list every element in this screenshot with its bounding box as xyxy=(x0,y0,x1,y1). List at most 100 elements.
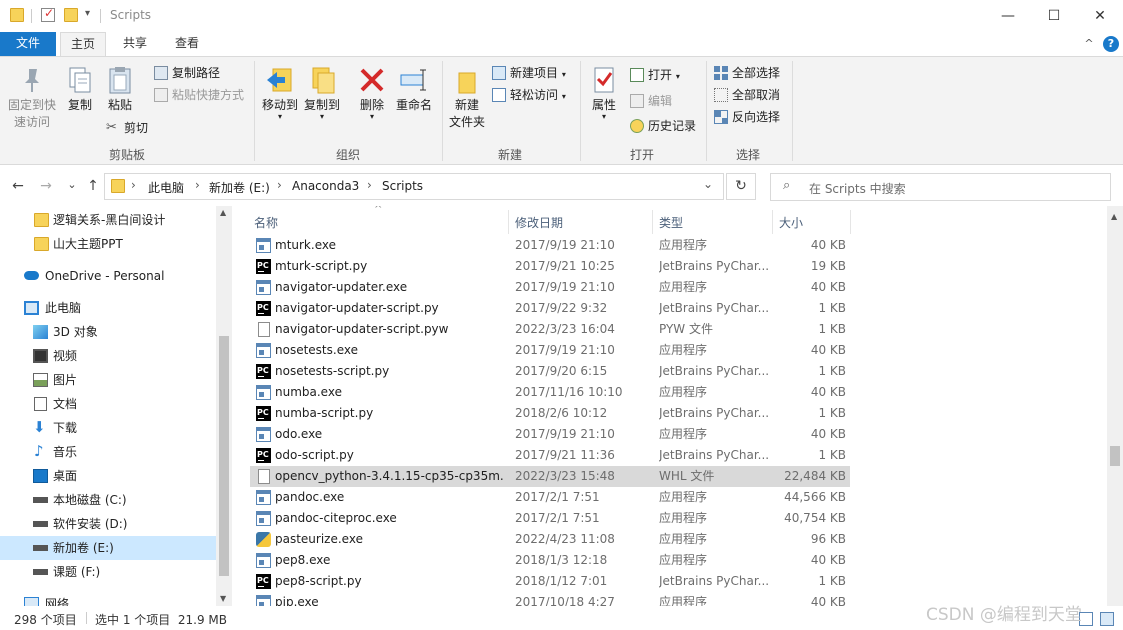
scroll-down-icon[interactable]: ▼ xyxy=(220,594,226,603)
open-button[interactable]: 打开 ▾ xyxy=(630,65,680,85)
nav-item-downloads[interactable]: ⬇ 下载 xyxy=(0,416,216,440)
column-header-type[interactable]: 类型 xyxy=(659,214,683,231)
nav-item-videos[interactable]: 视频 xyxy=(0,344,216,368)
tab-file[interactable]: 文件 xyxy=(0,32,56,56)
move-to-button[interactable]: 移动到 ▾ xyxy=(260,65,300,121)
search-input[interactable]: ⌕ 在 Scripts 中搜索 xyxy=(770,173,1111,201)
column-divider[interactable] xyxy=(652,210,653,234)
invert-selection-button[interactable]: 反向选择 xyxy=(714,107,780,127)
delete-button[interactable]: 删除 ▾ xyxy=(352,65,392,121)
file-row[interactable]: mturk-script.py 2017/9/21 10:25 JetBrains … xyxy=(250,255,850,277)
column-divider[interactable] xyxy=(850,210,851,234)
tab-home[interactable]: 主页 xyxy=(60,32,106,56)
select-all-button[interactable]: 全部选择 xyxy=(714,63,780,83)
history-button[interactable]: 历史记录 xyxy=(630,116,696,136)
properties-check-icon[interactable] xyxy=(41,6,55,22)
nav-item-pictures[interactable]: 图片 xyxy=(0,368,216,392)
folder-icon[interactable] xyxy=(10,8,24,22)
file-row[interactable]: numba.exe 2017/11/16 10:10 应用程序 40 KB xyxy=(250,382,850,403)
breadcrumb-anaconda3[interactable]: Anaconda3 xyxy=(292,179,359,193)
copy-to-button[interactable]: 复制到 ▾ xyxy=(302,65,342,121)
file-row[interactable]: opencv_python-3.4.1.15-cp35-cp35m... 2022… xyxy=(250,466,850,487)
copy-path-button[interactable]: 复制路径 xyxy=(154,63,220,83)
file-row[interactable]: pep8-script.py 2018/1/12 7:01 JetBrains Py… xyxy=(250,570,850,592)
paste-button[interactable]: 粘贴 xyxy=(102,65,138,114)
column-header-date[interactable]: 修改日期 xyxy=(515,214,563,231)
up-button[interactable]: ↑ xyxy=(83,178,103,194)
refresh-button[interactable]: ↻ xyxy=(726,173,756,200)
paste-shortcut-button[interactable]: 粘贴快捷方式 xyxy=(154,85,244,105)
breadcrumb-drive-e[interactable]: 新加卷 (E:) xyxy=(209,179,270,196)
file-row[interactable]: navigator-updater-script.pyw 2022/3/23 16… xyxy=(250,319,850,340)
nav-item-onedrive[interactable]: OneDrive - Personal xyxy=(0,264,216,288)
nav-item-drive-c[interactable]: 本地磁盘 (C:) xyxy=(0,488,216,512)
nav-item-3d-objects[interactable]: 3D 对象 xyxy=(0,320,216,344)
new-folder-icon[interactable] xyxy=(64,8,78,22)
column-header-name[interactable]: 名称 xyxy=(254,214,278,231)
nav-item-music[interactable]: ♪ 音乐 xyxy=(0,440,216,464)
breadcrumb-separator[interactable]: › xyxy=(277,178,282,192)
file-row[interactable]: nosetests-script.py 2017/9/20 6:15 JetBrai… xyxy=(250,360,850,382)
list-scrollbar[interactable]: ▲ xyxy=(1107,206,1123,606)
quick-access-dropdown-icon[interactable]: ▾ xyxy=(85,8,90,19)
large-icons-view-icon[interactable] xyxy=(1100,612,1114,626)
file-row[interactable]: odo-script.py 2017/9/21 11:36 JetBrains Py… xyxy=(250,444,850,466)
easy-access-button[interactable]: 轻松访问 ▾ xyxy=(492,85,566,105)
divider xyxy=(100,9,101,23)
nav-item-desktop[interactable]: 桌面 xyxy=(0,464,216,488)
file-row[interactable]: pandoc-citeproc.exe 2017/2/1 7:51 应用程序 40,7… xyxy=(250,508,850,529)
new-item-button[interactable]: 新建项目 ▾ xyxy=(492,63,566,83)
nav-item-drive-e[interactable]: 新加卷 (E:) xyxy=(0,536,216,560)
nav-item-drive-f[interactable]: 课题 (F:) xyxy=(0,560,216,584)
select-none-button[interactable]: 全部取消 xyxy=(714,85,780,105)
file-row[interactable]: navigator-updater.exe 2017/9/19 21:10 应用程序… xyxy=(250,277,850,298)
nav-item-network[interactable]: 网络 xyxy=(0,592,216,606)
help-icon[interactable]: ? xyxy=(1103,36,1119,52)
new-folder-button[interactable]: 新建 文件夹 xyxy=(446,65,488,131)
column-divider[interactable] xyxy=(508,210,509,234)
scroll-up-icon[interactable]: ▲ xyxy=(220,208,226,217)
file-row[interactable]: nosetests.exe 2017/9/19 21:10 应用程序 40 KB xyxy=(250,340,850,361)
forward-button[interactable]: → xyxy=(36,178,56,194)
address-dropdown-icon[interactable]: ⌄ xyxy=(703,177,713,191)
close-button[interactable]: ✕ xyxy=(1077,0,1123,32)
nav-item-documents[interactable]: 文档 xyxy=(0,392,216,416)
maximize-button[interactable]: ☐ xyxy=(1031,0,1077,32)
breadcrumb-separator[interactable]: › xyxy=(195,178,200,192)
edit-button[interactable]: 编辑 xyxy=(630,91,672,111)
tab-share[interactable]: 共享 xyxy=(112,32,158,56)
back-button[interactable]: ← xyxy=(8,178,28,194)
minimize-button[interactable]: — xyxy=(985,0,1031,32)
file-row[interactable]: pandoc.exe 2017/2/1 7:51 应用程序 44,566 KB xyxy=(250,487,850,508)
cut-button[interactable]: ✂ 剪切 xyxy=(106,118,148,138)
column-divider[interactable] xyxy=(772,210,773,234)
breadcrumb-this-pc[interactable]: 此电脑 xyxy=(148,179,184,196)
nav-item-drive-d[interactable]: 软件安装 (D:) xyxy=(0,512,216,536)
collapse-ribbon-icon[interactable]: ^ xyxy=(1082,32,1096,56)
pin-quick-access-button[interactable]: 固定到快 速访问 xyxy=(4,65,60,131)
column-header-size[interactable]: 大小 xyxy=(779,214,803,231)
breadcrumb-separator[interactable]: › xyxy=(131,178,136,192)
nav-item-folder-logic[interactable]: 逻辑关系-黑白间设计 xyxy=(0,208,216,232)
list-scrollbar-thumb[interactable] xyxy=(1110,446,1120,466)
file-row[interactable]: odo.exe 2017/9/19 21:10 应用程序 40 KB xyxy=(250,424,850,445)
file-row[interactable]: pasteurize.exe 2022/4/23 11:08 应用程序 96 KB xyxy=(250,529,850,550)
scroll-up-icon[interactable]: ▲ xyxy=(1111,212,1117,221)
properties-button[interactable]: 属性 ▾ xyxy=(586,65,622,121)
tab-view[interactable]: 查看 xyxy=(164,32,210,56)
file-row[interactable]: numba-script.py 2018/2/6 10:12 JetBrains P… xyxy=(250,402,850,424)
breadcrumb-separator[interactable]: › xyxy=(367,178,372,192)
nav-item-this-pc[interactable]: 此电脑 xyxy=(0,296,216,320)
file-row[interactable]: pip.exe 2017/10/18 4:27 应用程序 40 KB xyxy=(250,592,850,606)
address-bar[interactable]: › 此电脑 › 新加卷 (E:) › Anaconda3 › Scripts ⌄ xyxy=(104,173,724,200)
nav-item-folder-ppt[interactable]: 山大主题PPT xyxy=(0,232,216,256)
file-row[interactable]: pep8.exe 2018/1/3 12:18 应用程序 40 KB xyxy=(250,550,850,571)
rename-button[interactable]: 重命名 xyxy=(394,65,434,114)
nav-scrollbar-thumb[interactable] xyxy=(219,336,229,576)
copy-button[interactable]: 复制 xyxy=(62,65,98,114)
file-row[interactable]: navigator-updater-script.py 2017/9/22 9:3… xyxy=(250,297,850,319)
nav-scrollbar[interactable]: ▲ ▼ xyxy=(216,206,232,606)
file-row[interactable]: mturk.exe 2017/9/19 21:10 应用程序 40 KB xyxy=(250,235,850,256)
breadcrumb-scripts[interactable]: Scripts xyxy=(382,179,423,193)
recent-locations-button[interactable]: ⌄ xyxy=(62,178,82,191)
